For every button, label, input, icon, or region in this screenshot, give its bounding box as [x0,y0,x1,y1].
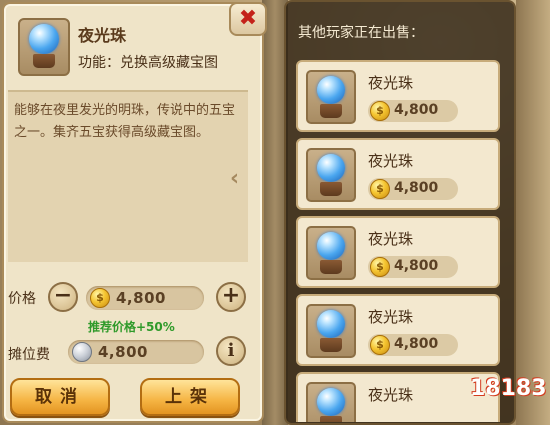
close-button[interactable]: ✖ [229,2,267,36]
item-icon-frame [18,18,70,76]
listing-name: 夜光珠 [368,230,414,248]
listing-card[interactable]: 夜光珠 $ 4,800 [296,216,500,288]
listing-name: 夜光珠 [368,308,414,326]
pearl-stand-icon [320,182,342,196]
listing-price: 4,800 [394,336,439,352]
stall-fee-label: 摊位费 [8,347,50,363]
item-header: 夜光珠 功能：兑换高级藏宝图 [12,12,232,84]
night-pearl-icon [29,24,59,54]
night-pearl-icon [317,232,345,260]
info-icon: i [227,340,235,361]
side-strip [264,0,284,425]
gold-coin-icon: $ [370,335,390,355]
listing-icon-frame [306,148,356,202]
plus-button[interactable]: + [216,282,246,312]
listing-name: 夜光珠 [368,74,414,92]
silver-coin-icon [72,342,92,362]
list-for-sale-button[interactable]: 上架 [140,378,240,416]
sell-item-panel: 夜光珠 功能：兑换高级藏宝图 ✖ 能够在夜里发光的明珠，传说中的五宝之一。集齐五… [2,2,267,423]
pearl-stand-icon [320,416,342,422]
chevron-left-icon[interactable]: ‹ [230,164,252,194]
right-edge-decoration [516,0,550,425]
listing-icon-frame [306,304,356,358]
plus-icon: + [221,283,241,308]
listing-price: 4,800 [394,180,439,196]
listing-price: 4,800 [394,258,439,274]
item-name: 夜光珠 [78,26,127,45]
night-pearl-icon [317,310,345,338]
item-function: 功能：兑换高级藏宝图 [78,55,218,71]
night-pearl-icon [317,76,345,104]
pearl-stand-icon [320,260,342,274]
listing-icon-frame [306,382,356,422]
listing-card[interactable]: 夜光珠 $ 4,800 [296,294,500,366]
price-label: 价格 [8,291,36,307]
listing-icon-frame [306,226,356,280]
minus-icon: − [53,283,73,308]
listing-list[interactable]: 夜光珠 $ 4,800 夜光珠 $ 4,800 夜光珠 $ 4,800 夜光珠 … [296,60,500,422]
item-description: 能够在夜里发光的明珠，传说中的五宝之一。集齐五宝获得高级藏宝图。 [8,90,248,262]
price-value: 4,800 [116,289,166,307]
minus-button[interactable]: − [48,282,78,312]
market-listings-panel: 其他玩家正在出售： 夜光珠 $ 4,800 夜光珠 $ 4,800 夜光珠 $ … [284,0,516,425]
listing-card[interactable]: 夜光珠 $ 4,800 [296,138,500,210]
gold-coin-icon: $ [90,288,110,308]
recommended-price: 推荐价格+50% [88,320,175,334]
gold-coin-icon: $ [370,101,390,121]
market-title: 其他玩家正在出售： [298,25,424,41]
listing-name: 夜光珠 [368,386,414,404]
listing-name: 夜光珠 [368,152,414,170]
listing-price: 4,800 [394,102,439,118]
pearl-stand-icon [33,54,55,68]
pearl-stand-icon [320,338,342,352]
gold-coin-icon: $ [370,257,390,277]
pearl-stand-icon [320,104,342,118]
listing-icon-frame [306,70,356,124]
site-watermark: 18183 [470,376,547,401]
night-pearl-icon [317,388,345,416]
cancel-button[interactable]: 取消 [10,378,110,416]
night-pearl-icon [317,154,345,182]
info-button[interactable]: i [216,336,246,366]
gold-coin-icon: $ [370,179,390,199]
stall-fee-value: 4,800 [98,343,148,361]
listing-card[interactable]: 夜光珠 $ 4,800 [296,60,500,132]
